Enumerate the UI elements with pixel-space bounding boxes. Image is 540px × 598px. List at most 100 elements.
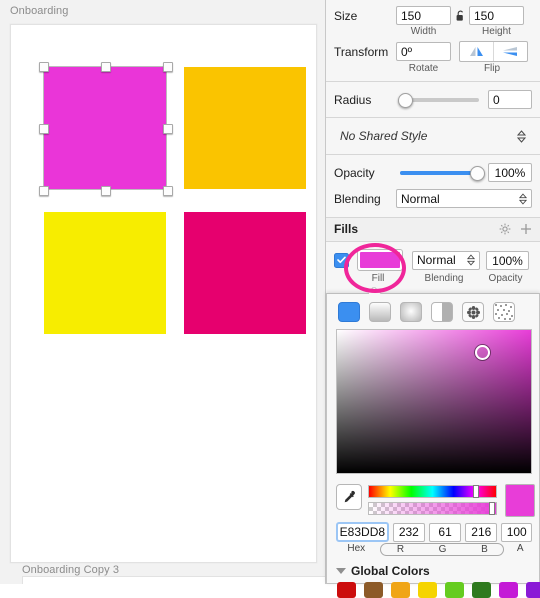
noise-icon: [495, 304, 513, 320]
opacity-label: Opacity: [334, 165, 375, 180]
saturation-brightness-field[interactable]: [336, 329, 532, 474]
blue-input[interactable]: 216: [465, 522, 498, 542]
fill-sublabels: Fill Blending Opacity: [334, 273, 532, 284]
radius-section: Radius 0: [326, 82, 540, 118]
linear-gradient-button[interactable]: [369, 302, 391, 322]
flip-vertical-icon: [503, 47, 517, 56]
shape-gold-square[interactable]: [184, 67, 306, 189]
pattern-fill-button[interactable]: [462, 302, 484, 322]
opacity-input[interactable]: 100%: [488, 163, 532, 182]
hue-slider[interactable]: [368, 485, 497, 498]
sketch-app-window: Onboarding Onboarding Copy 3 Size 150 15…: [0, 0, 540, 598]
global-colors-header[interactable]: Global Colors: [336, 564, 430, 578]
width-input[interactable]: 150: [396, 6, 451, 25]
unlocked-padlock-icon: [456, 10, 463, 21]
angular-gradient-button[interactable]: [431, 302, 453, 322]
flip-horizontal-icon: [470, 47, 483, 56]
flip-buttons-group: [459, 41, 528, 62]
radius-slider[interactable]: [398, 92, 479, 108]
global-color-swatch[interactable]: [472, 582, 491, 598]
height-input[interactable]: 150: [469, 6, 524, 25]
global-color-swatch[interactable]: [526, 582, 540, 598]
blending-select[interactable]: Normal: [396, 189, 532, 208]
triangle-down-icon[interactable]: [336, 568, 346, 574]
fill-color-swatch-button[interactable]: [357, 249, 403, 271]
global-colors-title: Global Colors: [351, 564, 430, 578]
alpha-slider[interactable]: [368, 502, 497, 515]
opacity-blending-section: Opacity 100% Blending Normal: [326, 155, 540, 218]
plus-icon[interactable]: [520, 223, 532, 235]
global-color-swatch[interactable]: [337, 582, 356, 598]
alpha-input[interactable]: 100: [501, 522, 532, 542]
shared-style-value: No Shared Style: [340, 129, 428, 143]
artboard-onboarding-copy-3[interactable]: [22, 576, 325, 584]
radius-slider-knob[interactable]: [398, 92, 413, 108]
size-row: Size 150 150: [334, 6, 532, 25]
chevron-up-down-icon: [519, 192, 527, 205]
fill-sublabel: Fill: [371, 273, 385, 284]
fill-type-toolbar: [327, 294, 539, 328]
checkmark-icon: [337, 256, 346, 264]
gear-icon[interactable]: [499, 223, 511, 235]
radius-input[interactable]: 0: [488, 90, 532, 109]
hue-slider-knob[interactable]: [472, 485, 479, 498]
fill-blending-select[interactable]: Normal: [412, 250, 480, 270]
global-color-swatch[interactable]: [364, 582, 383, 598]
red-input[interactable]: 232: [392, 522, 425, 542]
opacity-slider-knob[interactable]: [470, 165, 485, 181]
global-colors-swatches: [337, 582, 540, 598]
flip-horizontal-button[interactable]: [460, 42, 493, 61]
radius-row: Radius 0: [334, 90, 532, 109]
artboard-label-top[interactable]: Onboarding: [10, 5, 69, 17]
global-color-swatch[interactable]: [445, 582, 464, 598]
red-label: R: [396, 544, 405, 555]
shared-style-section: No Shared Style: [326, 118, 540, 155]
flip-vertical-button[interactable]: [493, 42, 527, 61]
fill-blending-value: Normal: [417, 253, 456, 267]
shared-style-select[interactable]: No Shared Style: [334, 125, 532, 147]
size-sublabels: Width Height: [334, 26, 532, 37]
rgb-label-group: R G B: [380, 543, 505, 556]
width-sublabel: Width: [410, 26, 437, 37]
shape-yellow-square[interactable]: [44, 212, 166, 334]
color-value-inputs: E83DD8 232 61 216 100: [336, 522, 532, 542]
artboard-label-bottom[interactable]: Onboarding Copy 3: [22, 564, 119, 576]
global-color-swatch[interactable]: [418, 582, 437, 598]
radius-label: Radius: [334, 92, 372, 107]
chevron-up-down-icon: [467, 254, 475, 266]
radial-gradient-button[interactable]: [400, 302, 422, 322]
global-color-swatch[interactable]: [391, 582, 410, 598]
eyedropper-icon: [344, 490, 355, 502]
transform-sublabels: Rotate Flip: [334, 63, 532, 74]
pattern-icon: [466, 305, 480, 319]
solid-fill-button[interactable]: [338, 302, 360, 322]
green-label: G: [438, 544, 447, 555]
artboard-onboarding[interactable]: [10, 24, 317, 563]
rotate-input[interactable]: 0º: [396, 42, 451, 61]
green-input[interactable]: 61: [428, 522, 462, 542]
blending-value: Normal: [401, 191, 440, 206]
opacity-row: Opacity 100%: [334, 163, 532, 182]
fills-section-header: Fills: [326, 218, 540, 242]
canvas-area[interactable]: Onboarding Onboarding Copy 3: [0, 0, 326, 584]
opacity-slider[interactable]: [400, 165, 485, 181]
fill-opacity-input[interactable]: 100%: [486, 250, 529, 270]
shape-pink-square[interactable]: [184, 212, 306, 334]
fill-color-swatch: [360, 252, 400, 268]
size-transform-section: Size 150 150 Width Height Transform 0º R…: [326, 0, 540, 82]
fill-enabled-checkbox[interactable]: [334, 252, 349, 268]
eyedropper-button[interactable]: [336, 484, 362, 510]
color-value-labels: Hex R G B A: [336, 543, 532, 556]
color-picker-popover: E83DD8 232 61 216 100 Hex R G B A Global…: [326, 293, 540, 598]
shape-magenta-square[interactable]: [44, 67, 166, 189]
alpha-slider-knob[interactable]: [489, 502, 495, 515]
fills-title: Fills: [334, 222, 359, 236]
global-color-swatch[interactable]: [499, 582, 518, 598]
blending-row: Blending Normal: [334, 189, 532, 208]
alpha-label: A: [516, 543, 524, 554]
proportion-lock-button[interactable]: [451, 10, 469, 22]
blending-label: Blending: [334, 191, 381, 206]
noise-fill-button[interactable]: [493, 302, 515, 322]
color-field-cursor[interactable]: [475, 344, 491, 360]
hex-input[interactable]: E83DD8: [336, 522, 389, 542]
